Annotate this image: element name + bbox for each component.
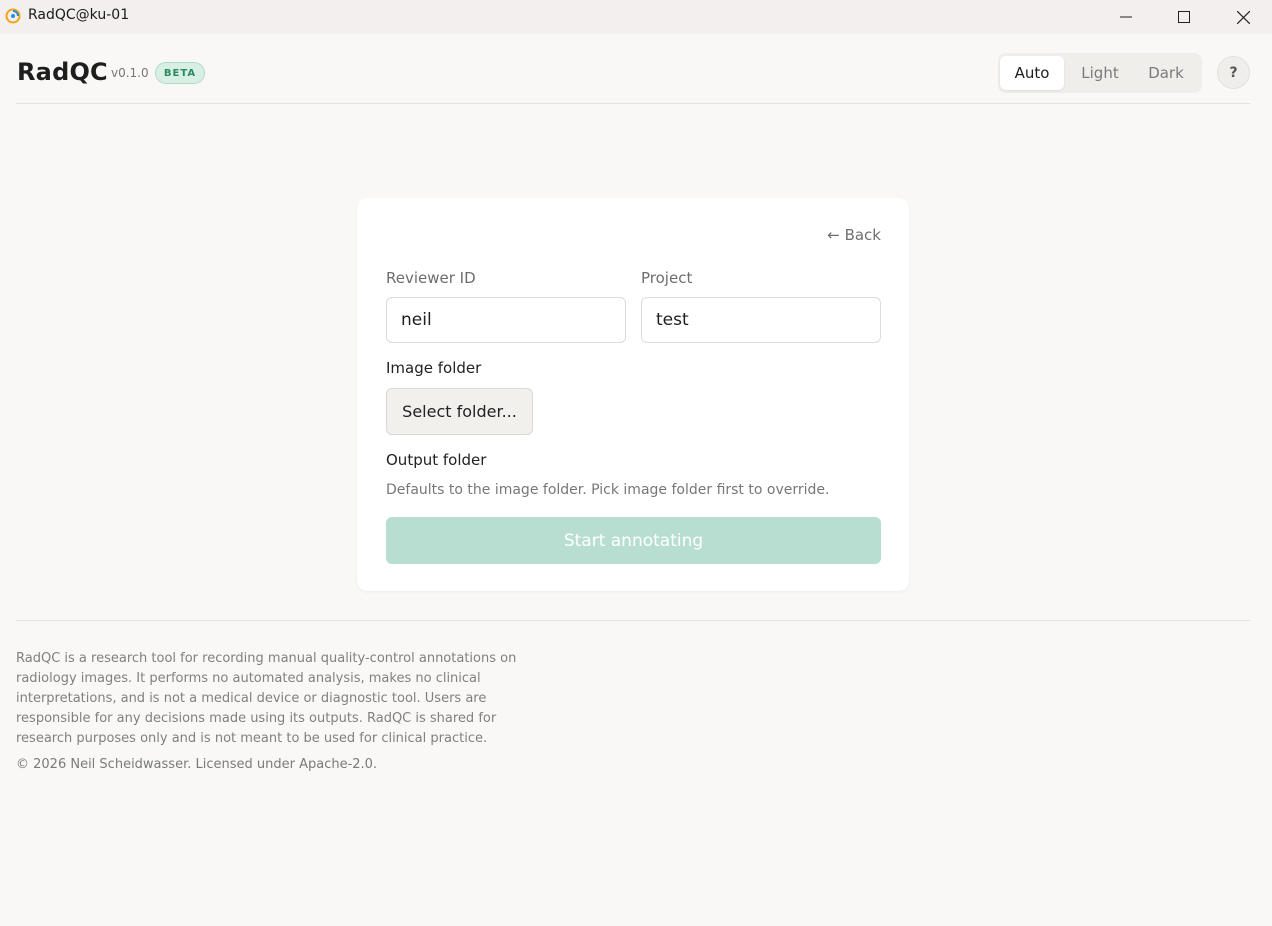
window-title: RadQC@ku-01 <box>28 7 130 23</box>
app-logo-icon <box>5 8 21 24</box>
setup-card: ← Back Reviewer ID Project Image folder … <box>357 198 909 591</box>
theme-light-button[interactable]: Light <box>1068 56 1132 90</box>
image-folder-label: Image folder <box>386 359 482 377</box>
close-icon <box>1236 10 1250 24</box>
copyright-text: © 2026 Neil Scheidwasser. Licensed under… <box>16 757 378 772</box>
output-folder-hint: Defaults to the image folder. Pick image… <box>386 482 830 498</box>
help-button[interactable]: ? <box>1217 56 1250 89</box>
back-link[interactable]: ← Back <box>827 226 881 244</box>
app-brand: RadQC <box>17 58 108 86</box>
close-button[interactable] <box>1214 0 1272 34</box>
theme-auto-button[interactable]: Auto <box>1000 56 1064 90</box>
maximize-icon <box>1178 11 1190 23</box>
disclaimer-text: RadQC is a research tool for recording m… <box>16 651 517 746</box>
beta-badge: BETA <box>155 62 205 84</box>
output-folder-label: Output folder <box>386 451 487 469</box>
project-input[interactable] <box>641 297 881 343</box>
start-annotating-button[interactable]: Start annotating <box>386 517 881 564</box>
window-titlebar: RadQC@ku-01 <box>0 0 1272 34</box>
theme-switcher: Auto Light Dark <box>998 53 1202 93</box>
app-footer: RadQC is a research tool for recording m… <box>16 620 1250 772</box>
reviewer-id-label: Reviewer ID <box>386 269 476 287</box>
maximize-button[interactable] <box>1155 0 1213 34</box>
project-label: Project <box>641 269 693 287</box>
app-version: v0.1.0 <box>111 66 149 80</box>
app-header: RadQC v0.1.0 BETA Auto Light Dark ? <box>16 52 1250 104</box>
minimize-button[interactable] <box>1097 0 1155 34</box>
theme-dark-button[interactable]: Dark <box>1134 56 1198 90</box>
select-folder-button[interactable]: Select folder... <box>386 388 533 435</box>
reviewer-id-input[interactable] <box>386 297 626 343</box>
minimize-icon <box>1120 16 1132 18</box>
